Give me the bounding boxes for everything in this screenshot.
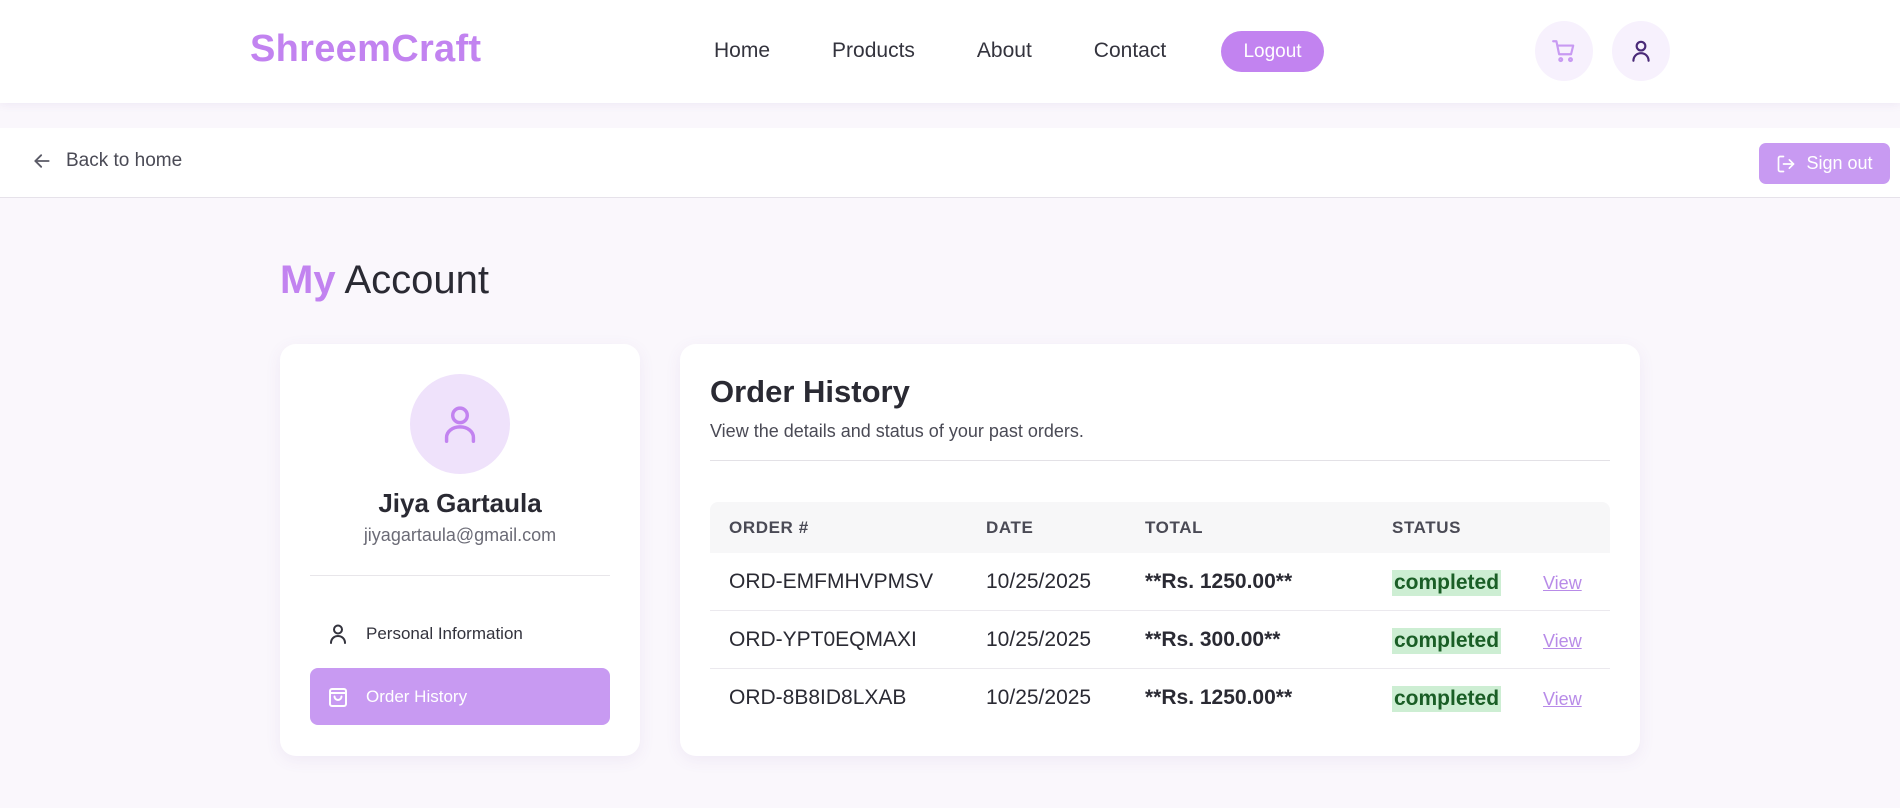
nav-products-link[interactable]: Products (832, 38, 915, 64)
page-title: My Account (280, 258, 489, 303)
user-icon (444, 406, 476, 443)
order-total: **Rs. 1250.00** (1145, 570, 1293, 593)
order-history-card: Order History View the details and statu… (680, 344, 1640, 756)
divider (310, 575, 610, 576)
orders-table: ORDER # DATE TOTAL STATUS ORD-EMFMHVPMSV… (710, 502, 1610, 727)
menu-item-label: Order History (366, 686, 468, 706)
user-icon (1632, 40, 1650, 62)
order-total: **Rs. 300.00** (1145, 628, 1281, 651)
order-date: 10/25/2025 (986, 686, 1092, 709)
user-icon (330, 624, 346, 644)
arrow-left-icon (34, 154, 50, 168)
user-name: Jiya Gartaula (378, 488, 542, 518)
profile-button[interactable] (1612, 21, 1670, 81)
divider (710, 460, 1610, 461)
order-id: ORD-EMFMHVPMSV (729, 570, 934, 593)
top-header: ShreemCraft Home Products About Contact … (0, 0, 1900, 103)
view-order-link[interactable]: View (1543, 689, 1582, 710)
nav-contact-link[interactable]: Contact (1094, 38, 1166, 64)
column-header-status: STATUS (1392, 518, 1462, 537)
menu-item-personal-information[interactable]: Personal Information (310, 605, 610, 662)
status-badge: completed (1392, 570, 1502, 596)
order-date: 10/25/2025 (986, 570, 1092, 593)
cart-icon (1552, 40, 1575, 63)
status-badge: completed (1392, 686, 1502, 712)
back-to-home-label: Back to home (66, 150, 183, 171)
page-title-rest: Account (344, 258, 490, 302)
logout-button[interactable]: Logout (1221, 31, 1324, 72)
nav-home-link[interactable]: Home (714, 38, 770, 64)
order-total: **Rs. 1250.00** (1145, 686, 1293, 709)
avatar (410, 374, 510, 474)
account-subbar: Back to home Sign out (0, 128, 1900, 198)
sign-out-button[interactable]: Sign out (1759, 143, 1890, 184)
view-order-link[interactable]: View (1543, 573, 1582, 594)
order-id: ORD-8B8ID8LXAB (729, 686, 907, 709)
order-history-title: Order History (710, 374, 910, 409)
cart-button[interactable] (1535, 21, 1593, 81)
back-to-home-link[interactable]: Back to home (32, 150, 182, 172)
menu-item-label: Personal Information (366, 623, 523, 643)
profile-card: Jiya Gartaula jiyagartaula@gmail.com Per… (280, 344, 640, 756)
sign-out-icon (1778, 155, 1795, 172)
brand-logo[interactable]: ShreemCraft (250, 28, 481, 71)
column-header-total: TOTAL (1145, 518, 1204, 537)
column-header-date: DATE (986, 518, 1034, 537)
order-history-subtitle: View the details and status of your past… (710, 421, 1084, 441)
menu-item-order-history[interactable]: Order History (310, 668, 610, 725)
status-badge: completed (1392, 628, 1502, 654)
order-id: ORD-YPT0EQMAXI (729, 628, 917, 651)
sign-out-label: Sign out (1806, 153, 1873, 173)
table-header: ORDER # DATE TOTAL STATUS (710, 502, 1610, 553)
table-row: ORD-EMFMHVPMSV 10/25/2025 **Rs. 1250.00*… (710, 553, 1610, 611)
main-nav: Home Products About Contact (714, 38, 1228, 64)
table-row: ORD-8B8ID8LXAB 10/25/2025 **Rs. 1250.00*… (710, 669, 1610, 727)
shopping-bag-icon (329, 687, 347, 707)
nav-about-link[interactable]: About (977, 38, 1032, 64)
table-row: ORD-YPT0EQMAXI 10/25/2025 **Rs. 300.00**… (710, 611, 1610, 669)
column-header-order: ORDER # (729, 518, 809, 537)
order-date: 10/25/2025 (986, 628, 1092, 651)
user-email: jiyagartaula@gmail.com (363, 525, 557, 545)
page-title-accent: My (280, 258, 336, 302)
view-order-link[interactable]: View (1543, 631, 1582, 652)
